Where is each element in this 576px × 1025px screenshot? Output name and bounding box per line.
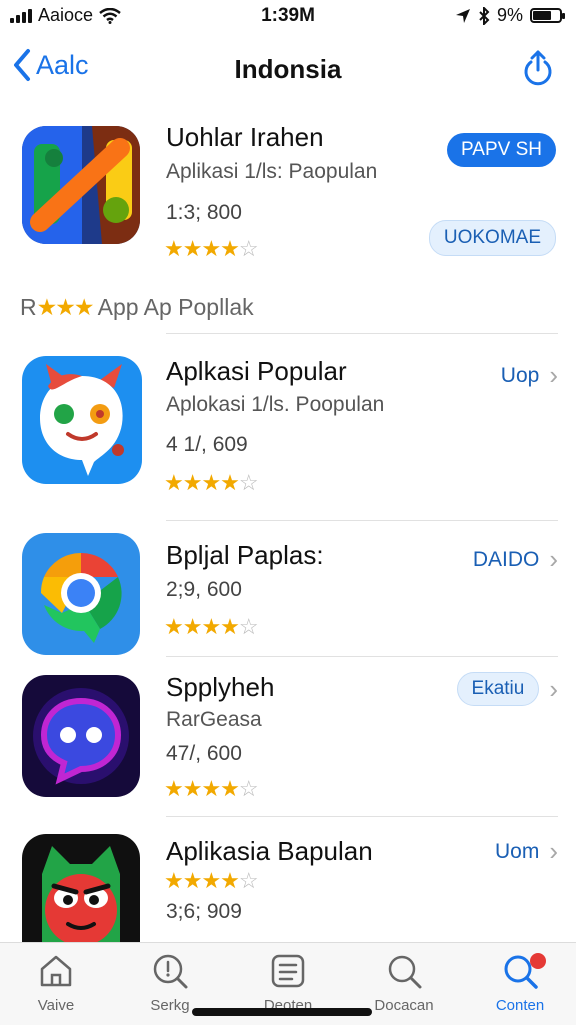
open-button[interactable]: Uop ›	[501, 360, 558, 391]
open-button[interactable]: Ekatiu ›	[456, 672, 558, 706]
page-title: Indonsia	[234, 54, 342, 84]
open-label: Uop	[500, 363, 540, 387]
star-rating: ★★★★☆	[164, 470, 259, 495]
secondary-button[interactable]: UOKOMAE	[428, 220, 556, 256]
tab-home[interactable]: Vaive	[6, 951, 106, 1014]
star-rating: ★★★★☆	[164, 236, 259, 261]
app-subtitle: RarGeasa	[166, 708, 262, 731]
app-name: Uohlar Irahen	[166, 122, 324, 152]
app-name: Spplyheh	[166, 672, 275, 702]
status-right: 9%	[455, 5, 565, 26]
divider	[166, 333, 558, 334]
chevron-right-icon: ›	[549, 360, 558, 390]
navigation-bar: Aalc Indonsia	[0, 40, 576, 98]
open-button[interactable]: DAIDO ›	[473, 544, 558, 575]
star-rating: ★★★★☆	[164, 614, 259, 639]
open-label: Ekatiu	[456, 672, 540, 706]
notification-badge	[530, 953, 546, 969]
star-rating: ★★★★☆	[164, 868, 259, 893]
divider	[166, 656, 558, 657]
review-count: 2;9, 600	[166, 578, 242, 601]
app-subtitle: Aplikasi 1/ls: Paopulan	[166, 160, 378, 183]
chevron-right-icon: ›	[549, 836, 558, 866]
open-label: Uom	[494, 839, 540, 863]
section-stars-icon: ★★★	[36, 294, 95, 320]
list-icon	[271, 954, 305, 988]
open-button[interactable]: Uom ›	[495, 836, 558, 867]
tab-label: Vaive	[37, 997, 75, 1014]
tab-discover[interactable]: Docacan	[354, 951, 454, 1014]
app-name: Bpljal Paplas:	[166, 540, 324, 570]
location-arrow-icon	[455, 8, 470, 23]
review-count: 3;6; 909	[166, 900, 242, 923]
status-bar: Aaioce 1:39M 9%	[0, 0, 576, 34]
divider	[166, 816, 558, 817]
review-count: 1:3; 800	[166, 201, 242, 224]
search-circle-icon	[153, 954, 188, 989]
green-red-monster-app-icon[interactable]	[22, 834, 140, 944]
open-label: DAIDO	[472, 547, 540, 571]
section-prefix: R	[20, 294, 37, 320]
app-name: Aplkasi Popular	[166, 356, 347, 386]
battery-percent: 9%	[496, 5, 523, 25]
home-indicator	[192, 1008, 372, 1016]
section-header: R★★★ App Ap Popllak	[20, 294, 254, 321]
battery-icon	[530, 8, 565, 23]
tab-label: Conten	[495, 997, 545, 1014]
home-icon	[40, 955, 72, 987]
tab-content[interactable]: Conten	[470, 951, 570, 1014]
bluetooth-icon	[479, 6, 490, 25]
red-cat-app-icon[interactable]	[22, 356, 142, 484]
chrome-chat-app-icon[interactable]	[22, 533, 140, 655]
review-count: 4 1/, 609	[166, 433, 248, 456]
chevron-right-icon: ›	[549, 544, 558, 574]
get-button[interactable]: PAPV SH	[447, 133, 556, 167]
orange-green-blocks-app-icon[interactable]	[22, 126, 140, 244]
chevron-right-icon: ›	[549, 673, 558, 704]
tab-updates[interactable]: Deoten	[238, 951, 338, 1014]
section-label: App Ap Popllak	[97, 294, 254, 320]
star-rating: ★★★★☆	[164, 776, 259, 801]
tab-search[interactable]: Serkg	[120, 951, 220, 1014]
magnifier-icon	[388, 955, 422, 989]
share-icon[interactable]	[520, 50, 556, 86]
purple-chat-app-icon[interactable]	[22, 675, 140, 797]
divider	[166, 520, 558, 521]
app-name: Aplikasia Bapulan	[166, 836, 373, 866]
review-count: 47/, 600	[166, 742, 242, 765]
app-subtitle: Aplokasi 1/ls. Poopulan	[166, 393, 385, 416]
